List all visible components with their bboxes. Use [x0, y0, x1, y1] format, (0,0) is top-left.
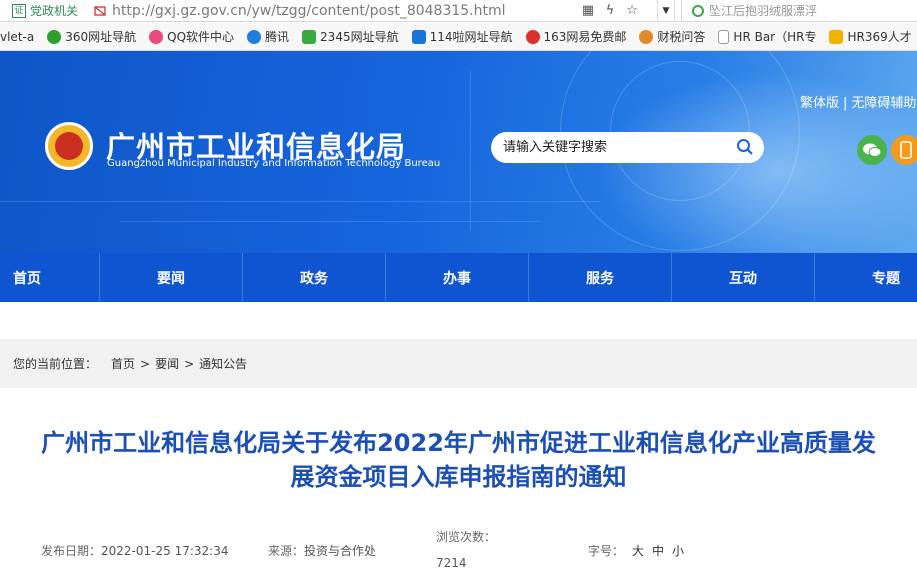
qr-code-icon[interactable]: ▦	[580, 3, 596, 18]
article-meta: 发布日期：2022-01-25 17:32:34 来源：投资与合作处 浏览次数：…	[0, 528, 917, 575]
nav-item-topics[interactable]: 专题	[815, 253, 917, 302]
page-icon	[718, 29, 730, 44]
browser-search-box[interactable]: 坠江后抱羽绒服漂浮	[681, 0, 917, 22]
gov-badge[interactable]: 证 党政机关	[0, 0, 84, 22]
article-title: 广州市工业和信息化局关于发布2022年广州市促进工业和信息化产业高质量发 展资金…	[0, 426, 917, 494]
bookmark-item[interactable]: 财税问答	[639, 28, 705, 45]
bookmarks-bar: vlet-a 360网址导航 QQ软件中心 腾讯 2345网址导航 114啦网址…	[0, 23, 917, 51]
bookmark-icon	[829, 29, 844, 44]
chevron-down-icon[interactable]: ▼	[657, 0, 676, 22]
view-count: 浏览次数： 7214	[436, 530, 497, 570]
article-title-line: 广州市工业和信息化局关于发布2022年广州市促进工业和信息化产业高质量发	[41, 429, 876, 457]
nav-item-interaction[interactable]: 互动	[672, 253, 815, 302]
traditional-chinese-link[interactable]: 繁体版	[800, 96, 839, 111]
bookmark-item[interactable]: 360网址导航	[47, 28, 136, 45]
banner-decor	[470, 71, 471, 231]
bookmark-item[interactable]: vlet-a	[0, 30, 34, 44]
nav-item-government[interactable]: 政务	[243, 253, 386, 302]
breadcrumb-prefix: 您的当前位置：	[13, 357, 98, 371]
bookmark-item[interactable]: HR369人才	[829, 28, 912, 45]
star-icon[interactable]: ☆	[624, 3, 640, 18]
nav-item-services[interactable]: 服务	[529, 253, 672, 302]
site-search-box	[491, 132, 764, 163]
breadcrumb-item-notices[interactable]: 通知公告	[199, 355, 247, 372]
address-tools: ▦ ϟ ☆	[572, 3, 657, 18]
banner-decor	[120, 221, 540, 222]
bookmark-icon	[411, 29, 426, 44]
article-title-line: 展资金项目入库申报指南的通知	[290, 463, 627, 491]
site-header-banner: 广州市工业和信息化局 Guangzhou Municipal Industry …	[0, 51, 917, 253]
breadcrumb: 您的当前位置： 首页 > 要闻 > 通知公告	[0, 339, 917, 388]
banner-decor	[0, 201, 600, 202]
url-field[interactable]: http://gxj.gz.gov.cn/yw/tzgg/content/pos…	[112, 3, 572, 19]
search-engine-icon	[692, 4, 705, 17]
bookmark-item[interactable]: 163网易免费邮	[525, 28, 626, 45]
font-size-small[interactable]: 小	[672, 544, 684, 558]
lightning-icon[interactable]: ϟ	[602, 3, 618, 18]
font-size-medium[interactable]: 中	[652, 544, 664, 558]
gov-badge-label: 党政机关	[30, 4, 79, 18]
bookmark-icon	[47, 29, 62, 44]
nav-item-news[interactable]: 要闻	[100, 253, 243, 302]
bookmark-item[interactable]: 114啦网址导航	[411, 28, 513, 45]
browser-search-text: 坠江后抱羽绒服漂浮	[709, 4, 818, 18]
nav-item-services-affairs[interactable]: 办事	[386, 253, 529, 302]
bookmark-item[interactable]: 2345网址导航	[302, 28, 399, 45]
bookmark-item[interactable]: 腾讯	[247, 28, 289, 45]
article-source: 来源：投资与合作处	[268, 544, 377, 558]
bookmark-item[interactable]: HR Bar（HR专	[718, 28, 816, 45]
nav-item-home[interactable]: 首页	[0, 253, 100, 302]
breadcrumb-separator: >	[184, 356, 195, 371]
breadcrumb-separator: >	[140, 356, 151, 371]
breadcrumb-item-home[interactable]: 首页	[111, 355, 135, 372]
font-size-control: 字号：大中小	[588, 544, 685, 558]
site-logo-emblem[interactable]	[45, 122, 93, 170]
gov-cert-icon: 证	[12, 3, 26, 18]
bookmark-icon	[639, 29, 654, 44]
browser-address-bar: 证 党政机关 http://gxj.gz.gov.cn/yw/tzgg/cont…	[0, 0, 917, 22]
bookmark-item[interactable]: QQ软件中心	[149, 28, 234, 45]
page-info-icon[interactable]	[88, 0, 112, 22]
mobile-icon[interactable]	[891, 135, 917, 165]
bookmark-icon	[247, 29, 262, 44]
site-subtitle: Guangzhou Municipal Industry and Informa…	[107, 158, 441, 169]
font-size-large[interactable]: 大	[632, 544, 644, 558]
bookmark-icon	[149, 29, 164, 44]
breadcrumb-item-news[interactable]: 要闻	[155, 355, 179, 372]
bookmark-icon	[525, 29, 540, 44]
site-search-input[interactable]	[503, 140, 723, 155]
main-nav: 首页 要闻 政务 办事 服务 互动 专题	[0, 253, 917, 302]
header-links: 繁体版 | 无障碍辅助	[800, 96, 917, 111]
accessibility-link[interactable]: 无障碍辅助	[851, 96, 916, 111]
search-icon[interactable]	[736, 138, 754, 156]
bookmark-icon	[302, 29, 317, 44]
publish-date: 发布日期：2022-01-25 17:32:34	[41, 544, 229, 558]
banner-decor	[610, 61, 750, 201]
wechat-icon[interactable]	[857, 135, 887, 165]
